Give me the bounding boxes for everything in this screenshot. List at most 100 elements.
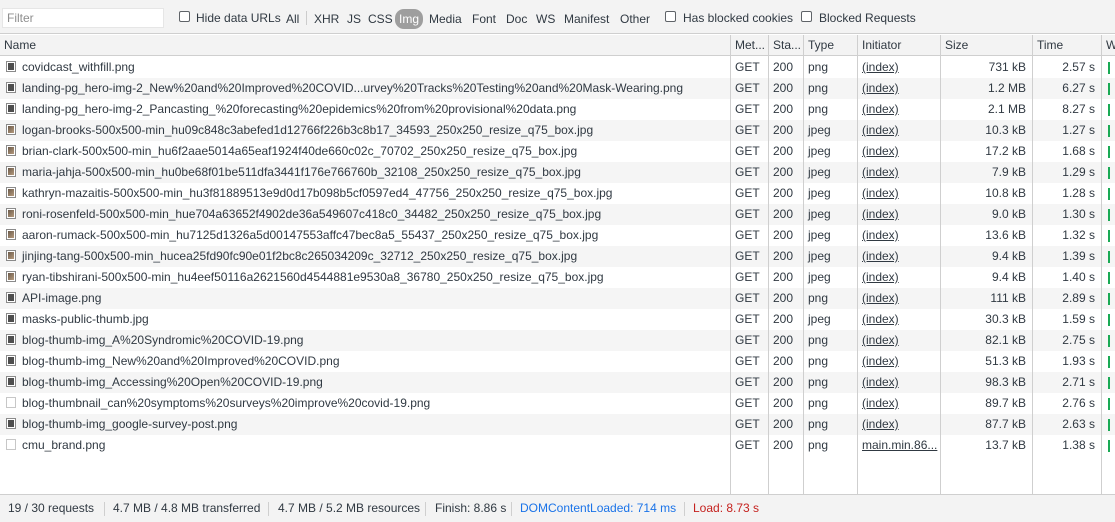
initiator-cell[interactable]: (index) <box>858 225 940 246</box>
name-cell[interactable]: brian-clark-500x500-min_hu6f2aae5014a65e… <box>0 141 730 162</box>
filter-css-button[interactable]: CSS <box>366 10 395 28</box>
table-row[interactable]: API-image.png GET 200 png (index) 111 kB 2.89 … <box>0 288 1115 309</box>
initiator-link[interactable]: (index) <box>862 333 899 347</box>
table-row[interactable]: jinjing-tang-500x500-min_hucea25fd90fc90… <box>0 246 1115 267</box>
initiator-cell[interactable]: (index) <box>858 414 940 435</box>
name-cell[interactable]: blog-thumb-img_Accessing%20Open%20COVID-… <box>0 372 730 393</box>
name-cell[interactable]: cmu_brand.png <box>0 435 730 456</box>
initiator-cell[interactable]: (index) <box>858 246 940 267</box>
initiator-cell[interactable]: (index) <box>858 99 940 120</box>
initiator-link[interactable]: main.min.86... <box>862 438 937 452</box>
initiator-link[interactable]: (index) <box>862 165 899 179</box>
column-header-status[interactable]: Sta... <box>769 35 804 56</box>
initiator-cell[interactable]: (index) <box>858 120 940 141</box>
column-header-size[interactable]: Size <box>941 35 1033 56</box>
initiator-link[interactable]: (index) <box>862 228 899 242</box>
table-row[interactable]: blog-thumb-img_google-survey-post.png GET… <box>0 414 1115 435</box>
filter-doc-button[interactable]: Doc <box>504 10 529 28</box>
filter-ws-button[interactable]: WS <box>534 10 557 28</box>
column-header-name[interactable]: Name <box>0 35 731 56</box>
column-header-type[interactable]: Type <box>804 35 858 56</box>
filter-img-button[interactable]: Img <box>395 9 424 29</box>
table-row[interactable]: maria-jahja-500x500-min_hu0be68f01be511d… <box>0 162 1115 183</box>
initiator-link[interactable]: (index) <box>862 207 899 221</box>
initiator-link[interactable]: (index) <box>862 354 899 368</box>
initiator-link[interactable]: (index) <box>862 123 899 137</box>
table-row[interactable]: landing-pg_hero-img-2_New%20and%20Improv… <box>0 78 1115 99</box>
initiator-cell[interactable]: (index) <box>858 393 940 414</box>
column-header-time[interactable]: Time <box>1033 35 1102 56</box>
table-row[interactable]: blog-thumb-img_Accessing%20Open%20COVID-… <box>0 372 1115 393</box>
hide-data-urls-checkbox[interactable] <box>179 11 190 22</box>
filter-all-button[interactable]: All <box>284 10 301 28</box>
table-row[interactable]: kathryn-mazaitis-500x500-min_hu3f8188951… <box>0 183 1115 204</box>
initiator-link[interactable]: (index) <box>862 291 899 305</box>
table-row[interactable]: logan-brooks-500x500-min_hu09c848c3abefe… <box>0 120 1115 141</box>
initiator-link[interactable]: (index) <box>862 144 899 158</box>
table-row[interactable]: ryan-tibshirani-500x500-min_hu4eef50116a… <box>0 267 1115 288</box>
initiator-link[interactable]: (index) <box>862 396 899 410</box>
filter-manifest-button[interactable]: Manifest <box>562 10 611 28</box>
initiator-link[interactable]: (index) <box>862 60 899 74</box>
initiator-cell[interactable]: (index) <box>858 78 940 99</box>
name-cell[interactable]: blog-thumb-img_A%20Syndromic%20COVID-19.… <box>0 330 730 351</box>
initiator-link[interactable]: (index) <box>862 270 899 284</box>
initiator-cell[interactable]: (index) <box>858 351 940 372</box>
initiator-link[interactable]: (index) <box>862 417 899 431</box>
filter-input[interactable] <box>2 8 164 28</box>
name-cell[interactable]: blog-thumb-img_New%20and%20Improved%20CO… <box>0 351 730 372</box>
name-cell[interactable]: kathryn-mazaitis-500x500-min_hu3f8188951… <box>0 183 730 204</box>
name-cell[interactable]: masks-public-thumb.jpg <box>0 309 730 330</box>
table-row[interactable]: brian-clark-500x500-min_hu6f2aae5014a65e… <box>0 141 1115 162</box>
initiator-cell[interactable]: (index) <box>858 372 940 393</box>
name-cell[interactable]: logan-brooks-500x500-min_hu09c848c3abefe… <box>0 120 730 141</box>
initiator-cell[interactable]: (index) <box>858 141 940 162</box>
filter-js-button[interactable]: JS <box>345 10 363 28</box>
initiator-link[interactable]: (index) <box>862 102 899 116</box>
initiator-cell[interactable]: (index) <box>858 204 940 225</box>
initiator-link[interactable]: (index) <box>862 186 899 200</box>
initiator-cell[interactable]: (index) <box>858 183 940 204</box>
initiator-link[interactable]: (index) <box>862 375 899 389</box>
initiator-link[interactable]: (index) <box>862 312 899 326</box>
initiator-cell[interactable]: (index) <box>858 330 940 351</box>
table-row[interactable]: blog-thumb-img_A%20Syndromic%20COVID-19.… <box>0 330 1115 351</box>
name-cell[interactable]: jinjing-tang-500x500-min_hucea25fd90fc90… <box>0 246 730 267</box>
filter-xhr-button[interactable]: XHR <box>312 10 341 28</box>
method-cell: GET <box>731 393 768 414</box>
initiator-cell[interactable]: (index) <box>858 288 940 309</box>
initiator-cell[interactable]: (index) <box>858 309 940 330</box>
name-cell[interactable]: aaron-rumack-500x500-min_hu7125d1326a5d0… <box>0 225 730 246</box>
table-row[interactable]: blog-thumb-img_New%20and%20Improved%20CO… <box>0 351 1115 372</box>
filter-font-button[interactable]: Font <box>470 10 498 28</box>
initiator-link[interactable]: (index) <box>862 249 899 263</box>
initiator-link[interactable]: (index) <box>862 81 899 95</box>
name-cell[interactable]: roni-rosenfeld-500x500-min_hue704a63652f… <box>0 204 730 225</box>
initiator-cell[interactable]: (index) <box>858 57 940 78</box>
name-cell[interactable]: API-image.png <box>0 288 730 309</box>
table-row[interactable]: landing-pg_hero-img-2_Pancasting_%20fore… <box>0 99 1115 120</box>
table-row[interactable]: covidcast_withfill.png GET 200 png (index) 73… <box>0 57 1115 78</box>
table-row[interactable]: blog-thumbnail_can%20symptoms%20surveys%… <box>0 393 1115 414</box>
name-cell[interactable]: maria-jahja-500x500-min_hu0be68f01be511d… <box>0 162 730 183</box>
name-cell[interactable]: blog-thumbnail_can%20symptoms%20surveys%… <box>0 393 730 414</box>
table-row[interactable]: aaron-rumack-500x500-min_hu7125d1326a5d0… <box>0 225 1115 246</box>
has-blocked-cookies-checkbox[interactable] <box>665 11 676 22</box>
column-header-initiator[interactable]: Initiator <box>858 35 941 56</box>
filter-media-button[interactable]: Media <box>427 10 464 28</box>
filter-other-button[interactable]: Other <box>618 10 652 28</box>
name-cell[interactable]: covidcast_withfill.png <box>0 57 730 78</box>
name-cell[interactable]: blog-thumb-img_google-survey-post.png <box>0 414 730 435</box>
column-header-waterfall[interactable]: W <box>1102 35 1115 56</box>
initiator-cell[interactable]: (index) <box>858 162 940 183</box>
initiator-cell[interactable]: (index) <box>858 267 940 288</box>
table-row[interactable]: roni-rosenfeld-500x500-min_hue704a63652f… <box>0 204 1115 225</box>
table-row[interactable]: masks-public-thumb.jpg GET 200 jpeg (index) 3… <box>0 309 1115 330</box>
blocked-requests-checkbox[interactable] <box>801 11 812 22</box>
name-cell[interactable]: ryan-tibshirani-500x500-min_hu4eef50116a… <box>0 267 730 288</box>
name-cell[interactable]: landing-pg_hero-img-2_Pancasting_%20fore… <box>0 99 730 120</box>
name-cell[interactable]: landing-pg_hero-img-2_New%20and%20Improv… <box>0 78 730 99</box>
initiator-cell[interactable]: main.min.86... <box>858 435 940 456</box>
table-row[interactable]: cmu_brand.png GET 200 png main.min.86... 13.7… <box>0 435 1115 456</box>
column-header-method[interactable]: Met... <box>731 35 769 56</box>
